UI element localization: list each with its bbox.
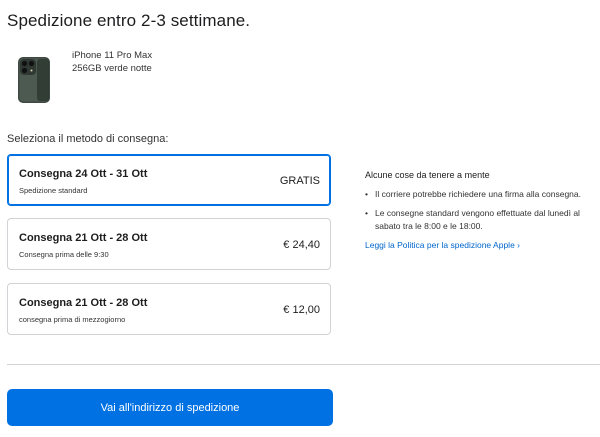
product-info: iPhone 11 Pro Max 256GB verde notte (72, 49, 152, 75)
delivery-method-label: Seleziona il metodo di consegna: (7, 133, 169, 145)
continue-to-shipping-address-button[interactable]: Vai all'indirizzo di spedizione (7, 389, 333, 426)
info-bullet: Il corriere potrebbe richiedere una firm… (365, 188, 585, 201)
delivery-option-price: € 12,00 (283, 304, 320, 316)
info-title: Alcune cose da tenere a mente (365, 170, 490, 180)
delivery-option-subtitle: consegna prima di mezzogiorno (19, 315, 126, 324)
delivery-option-title: Consegna 24 Ott - 31 Ott (19, 168, 148, 180)
delivery-option-title: Consegna 21 Ott - 28 Ott (19, 297, 148, 309)
section-divider (7, 364, 600, 365)
delivery-option-subtitle: Spedizione standard (19, 186, 88, 195)
delivery-option-title: Consegna 21 Ott - 28 Ott (19, 232, 148, 244)
product-name: iPhone 11 Pro Max (72, 50, 153, 61)
delivery-option-standard[interactable]: Consegna 24 Ott - 31 Ott Spedizione stan… (7, 154, 331, 206)
shipping-policy-link[interactable]: Leggi la Politica per la spedizione Appl… (365, 239, 585, 252)
delivery-option-subtitle: Consegna prima delle 9:30 (19, 250, 109, 259)
page-title: Spedizione entro 2-3 settimane. (7, 11, 251, 30)
info-bullet: Le consegne standard vengono effettuate … (365, 207, 585, 233)
delivery-option-price: GRATIS (279, 175, 320, 187)
delivery-option-before-930[interactable]: Consegna 21 Ott - 28 Ott Consegna prima … (7, 218, 331, 270)
info-bullet-list: Il corriere potrebbe richiedere una firm… (365, 188, 585, 233)
delivery-info-panel: Alcune cose da tenere a mente Il corrier… (365, 169, 585, 252)
iphone-11-pro-max-image (18, 57, 50, 103)
product-variant: 256GB verde notte (72, 63, 152, 74)
delivery-option-price: € 24,40 (283, 239, 320, 251)
delivery-option-before-noon[interactable]: Consegna 21 Ott - 28 Ott consegna prima … (7, 283, 331, 335)
